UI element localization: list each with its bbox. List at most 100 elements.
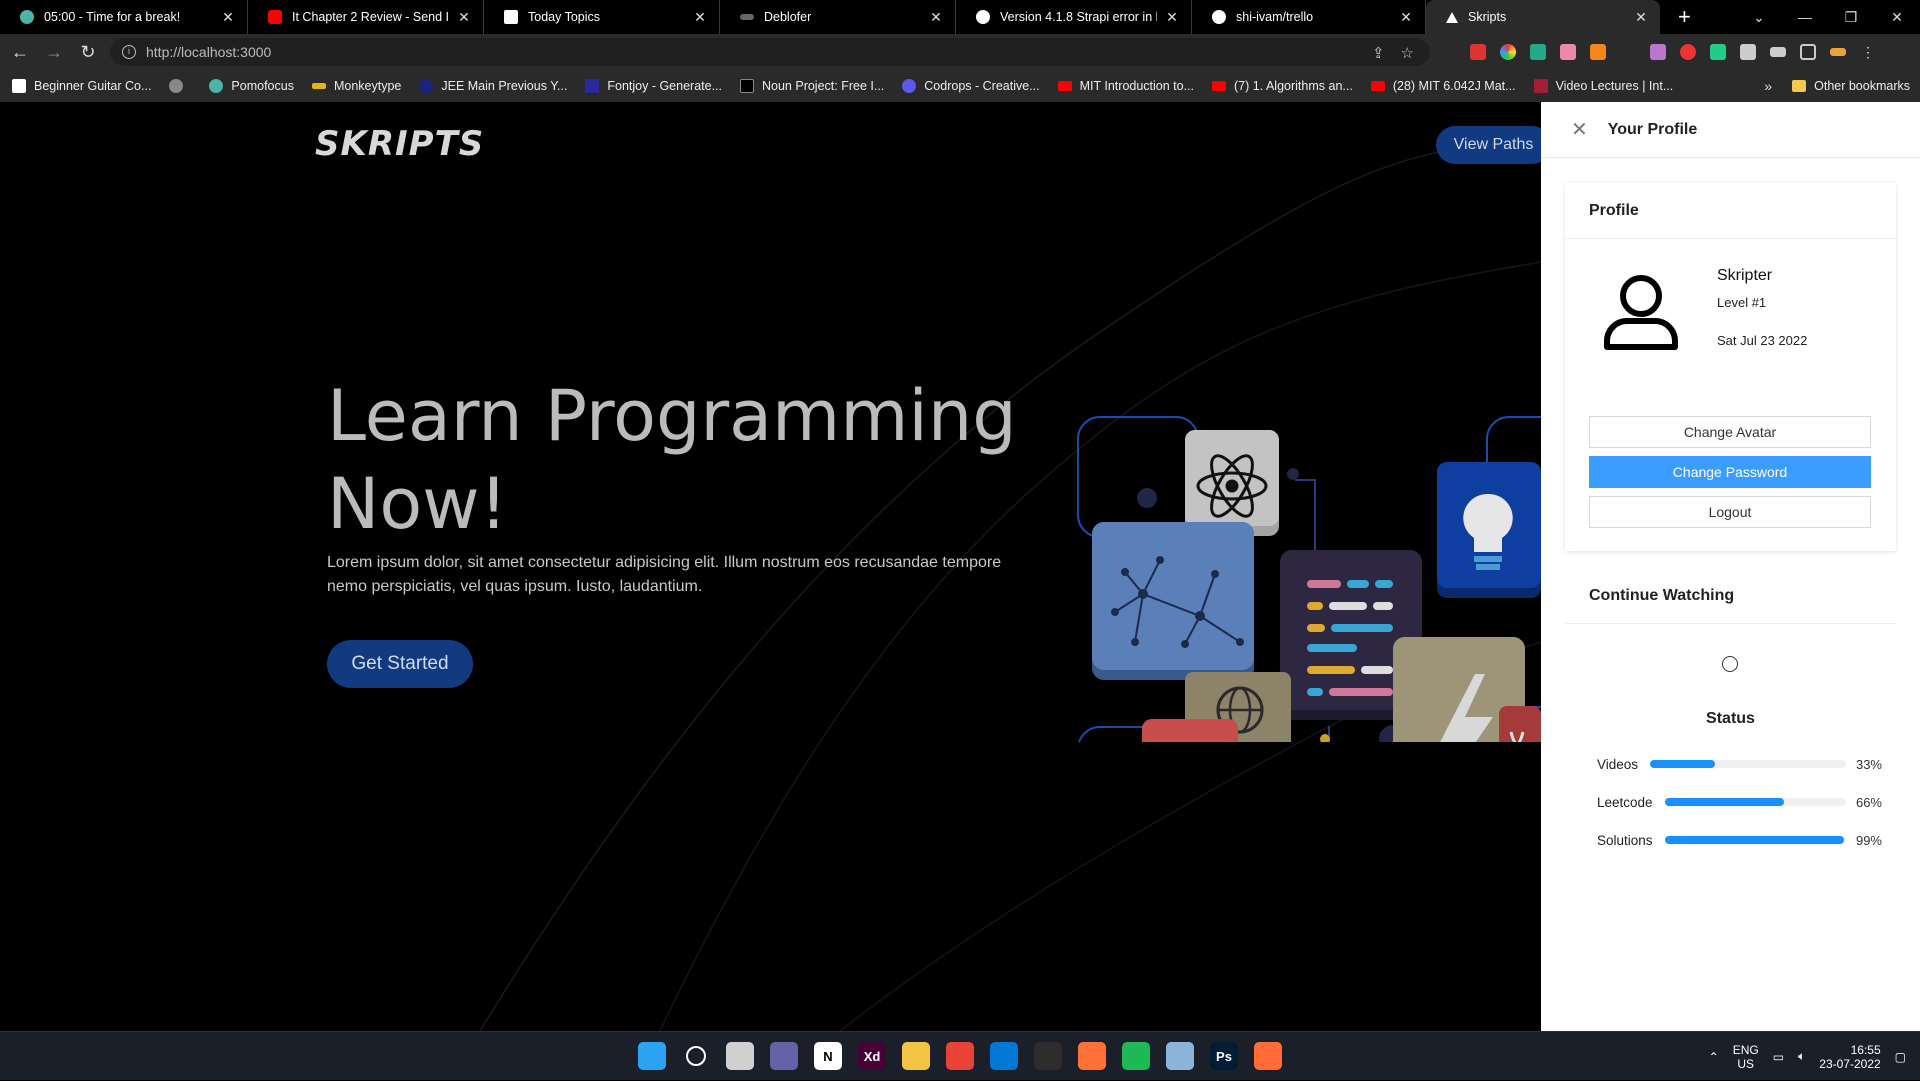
view-paths-button[interactable]: View Paths	[1436, 126, 1541, 164]
language-indicator[interactable]: ENG US	[1733, 1043, 1759, 1071]
close-tab-icon[interactable]: ✕	[1399, 9, 1413, 26]
bookmark-favicon-icon	[12, 79, 26, 93]
side-panel-icon[interactable]	[1800, 44, 1816, 60]
bookmark-item[interactable]	[169, 79, 191, 93]
close-tab-icon[interactable]: ✕	[929, 9, 943, 26]
close-tab-icon[interactable]: ✕	[457, 9, 471, 26]
stat-percent: 33%	[1855, 756, 1882, 772]
bookmark-item[interactable]: Codrops - Creative...	[902, 79, 1040, 93]
bookmark-item[interactable]: (28) MIT 6.042J Mat...	[1370, 79, 1516, 93]
site-logo[interactable]: SKRIPTS	[315, 124, 484, 164]
bookmark-item[interactable]: Pomofocus	[209, 79, 294, 93]
close-icon[interactable]: ✕	[1571, 117, 1588, 142]
extension-icon[interactable]	[1500, 44, 1516, 60]
logout-button[interactable]: Logout	[1589, 496, 1871, 528]
chrome-icon[interactable]	[946, 1042, 974, 1070]
reload-icon[interactable]: ↻	[74, 42, 102, 63]
bookmark-item[interactable]: MIT Introduction to...	[1057, 79, 1194, 93]
progress-fill	[1650, 760, 1715, 768]
bookmark-item[interactable]: Video Lectures | Int...	[1533, 79, 1673, 93]
stat-row-leetcode: Leetcode 66%	[1597, 792, 1882, 812]
adobe-xd-icon[interactable]: Xd	[858, 1042, 886, 1070]
extension-icon[interactable]	[1560, 44, 1576, 60]
extension-icon[interactable]	[1470, 44, 1486, 60]
hero-description: Lorem ipsum dolor, sit amet consectetur …	[327, 554, 1002, 595]
restore-icon[interactable]: ❐	[1828, 9, 1874, 26]
notifications-icon[interactable]: ▢	[1895, 1050, 1906, 1064]
task-view-icon[interactable]	[726, 1042, 754, 1070]
browser-tab[interactable]: It Chapter 2 Review - Send In Th ✕	[248, 0, 484, 34]
bookmark-item[interactable]: Noun Project: Free I...	[740, 79, 884, 93]
close-tab-icon[interactable]: ✕	[1634, 9, 1648, 26]
new-tab-button[interactable]: +	[1678, 4, 1691, 30]
close-tab-icon[interactable]: ✕	[221, 9, 235, 26]
extension-icon[interactable]	[1650, 44, 1666, 60]
media-control-icon[interactable]	[1770, 47, 1786, 57]
spotify-icon[interactable]	[1122, 1042, 1150, 1070]
github-icon	[976, 10, 990, 24]
tab-title: Deblofer	[764, 10, 812, 24]
tab-search-icon[interactable]: ⌄	[1736, 9, 1782, 26]
bookmark-star-icon[interactable]: ☆	[1401, 44, 1414, 62]
back-icon[interactable]: ←	[6, 42, 34, 63]
browser-tab[interactable]: Version 4.1.8 Strapi error in buil ✕	[956, 0, 1192, 34]
bookmark-item[interactable]: Fontjoy - Generate...	[585, 79, 722, 93]
extensions-puzzle-icon[interactable]	[1740, 44, 1756, 60]
firefox-icon[interactable]	[1078, 1042, 1106, 1070]
profile-icon[interactable]	[1830, 48, 1846, 56]
clock[interactable]: 16:55 23-07-2022	[1819, 1043, 1880, 1071]
network-icon[interactable]: ▭	[1773, 1050, 1784, 1064]
close-tab-icon[interactable]: ✕	[693, 9, 707, 26]
bookmark-item[interactable]: Beginner Guitar Co...	[12, 79, 151, 93]
get-started-button[interactable]: Get Started	[327, 640, 473, 688]
browser-tab[interactable]: Today Topics ✕	[484, 0, 720, 34]
browser-tab[interactable]: 05:00 - Time for a break! ✕	[0, 0, 248, 34]
bookmark-favicon-icon	[419, 79, 434, 93]
more-menu-icon[interactable]: ⋮	[1860, 44, 1876, 60]
forward-icon[interactable]: →	[40, 42, 68, 63]
clock-date: 23-07-2022	[1819, 1056, 1881, 1071]
bookmarks-bar: Beginner Guitar Co... Pomofocus Monkeyty…	[0, 70, 1920, 102]
search-icon[interactable]	[686, 1046, 706, 1066]
terminal-icon[interactable]	[1034, 1042, 1062, 1070]
postman-icon[interactable]	[1254, 1042, 1282, 1070]
stat-label: Videos	[1597, 756, 1639, 772]
change-password-button[interactable]: Change Password	[1589, 456, 1871, 488]
minimize-icon[interactable]: —	[1782, 9, 1828, 25]
windows-start-icon[interactable]	[638, 1042, 666, 1070]
browser-tab[interactable]: shi-ivam/trello ✕	[1192, 0, 1426, 34]
vscode-icon[interactable]	[990, 1042, 1018, 1070]
volume-icon[interactable]: 🔈︎	[1798, 1049, 1805, 1064]
share-icon[interactable]: ⇪	[1372, 44, 1385, 62]
metamask-icon[interactable]	[1590, 44, 1606, 60]
stat-row-videos: Videos 33%	[1597, 754, 1882, 774]
browser-tab-active[interactable]: Skripts ✕	[1426, 0, 1660, 34]
photoshop-icon[interactable]: Ps	[1210, 1042, 1238, 1070]
site-info-icon[interactable]: i	[122, 45, 136, 59]
extension-icon[interactable]	[1620, 44, 1636, 60]
bookmark-item[interactable]: (7) 1. Algorithms an...	[1212, 79, 1353, 93]
browser-tab[interactable]: Deblofer ✕	[720, 0, 956, 34]
bookmark-item[interactable]: Monkeytype	[311, 79, 401, 93]
tab-title: 05:00 - Time for a break!	[44, 10, 181, 24]
close-tab-icon[interactable]: ✕	[1165, 9, 1179, 26]
photos-icon[interactable]	[1166, 1042, 1194, 1070]
bookmark-item[interactable]: JEE Main Previous Y...	[419, 79, 567, 93]
stat-label: Leetcode	[1597, 794, 1653, 810]
tab-title: shi-ivam/trello	[1236, 10, 1314, 24]
teams-chat-icon[interactable]	[770, 1042, 798, 1070]
bookmarks-overflow-button[interactable]: »	[1764, 70, 1772, 102]
extension-icon[interactable]	[1680, 44, 1696, 60]
notion-icon[interactable]: N	[814, 1042, 842, 1070]
change-avatar-button[interactable]: Change Avatar	[1589, 416, 1871, 448]
extension-icon[interactable]	[1530, 44, 1546, 60]
close-window-icon[interactable]: ✕	[1874, 9, 1920, 26]
file-explorer-icon[interactable]	[902, 1042, 930, 1070]
extension-icon[interactable]	[1710, 44, 1726, 60]
address-bar[interactable]: i http://localhost:3000 ⇪ ☆	[110, 38, 1430, 66]
continue-watching-card: Continue Watching Status Videos 33% Leet…	[1565, 568, 1896, 968]
hero-title: Learn Programming Now!	[327, 375, 1017, 545]
progress-bar	[1664, 836, 1846, 844]
chevron-up-icon[interactable]: ⌃	[1709, 1050, 1719, 1064]
other-bookmarks[interactable]: Other bookmarks	[1792, 70, 1910, 102]
